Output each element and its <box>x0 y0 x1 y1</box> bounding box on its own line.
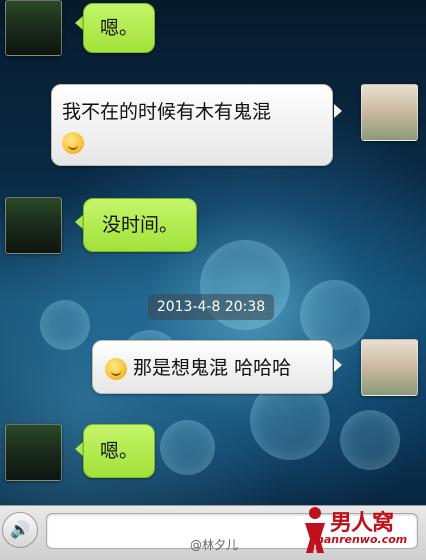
bubble-tail <box>334 358 342 372</box>
message-bubble-incoming[interactable]: 没时间。 <box>83 198 197 252</box>
weibo-credit: @林夕儿 <box>190 538 239 552</box>
user-avatar[interactable] <box>361 339 418 396</box>
contact-avatar[interactable] <box>5 197 62 254</box>
voice-input-button[interactable]: 🔊 <box>2 512 38 548</box>
contact-avatar[interactable] <box>5 0 62 56</box>
grin-emoji-icon <box>105 357 127 380</box>
speaker-icon: 🔊 <box>10 520 30 539</box>
bokeh-decoration <box>40 300 90 350</box>
bubble-tail <box>75 442 83 456</box>
message-text: 嗯。 <box>99 440 138 462</box>
figure-logo-icon <box>305 507 325 553</box>
message-text: 嗯。 <box>99 17 138 39</box>
contact-avatar[interactable] <box>5 424 62 481</box>
site-logo: 男人窝 nanrenwo.com <box>300 503 420 555</box>
message-bubble-incoming[interactable]: 嗯。 <box>83 3 155 53</box>
chat-background <box>0 0 426 505</box>
message-bubble-outgoing[interactable]: 那是想鬼混 哈哈哈 <box>92 340 333 394</box>
message-text: 我不在的时候有木有鬼混 <box>62 101 272 123</box>
message-timestamp: 2013-4-8 20:38 <box>148 294 274 320</box>
logo-url: nanrenwo.com <box>316 533 408 546</box>
bubble-tail <box>334 104 342 118</box>
grin-emoji-icon <box>62 131 84 154</box>
message-bubble-incoming[interactable]: 嗯。 <box>83 424 155 478</box>
message-text: 没时间。 <box>101 214 178 236</box>
bubble-tail <box>75 215 83 229</box>
message-text: 那是想鬼混 哈哈哈 <box>133 357 292 379</box>
bokeh-decoration <box>160 420 215 475</box>
user-avatar[interactable] <box>361 84 418 141</box>
bokeh-decoration <box>340 410 400 470</box>
message-bubble-outgoing[interactable]: 我不在的时候有木有鬼混 <box>51 84 333 166</box>
bubble-tail <box>75 16 83 30</box>
